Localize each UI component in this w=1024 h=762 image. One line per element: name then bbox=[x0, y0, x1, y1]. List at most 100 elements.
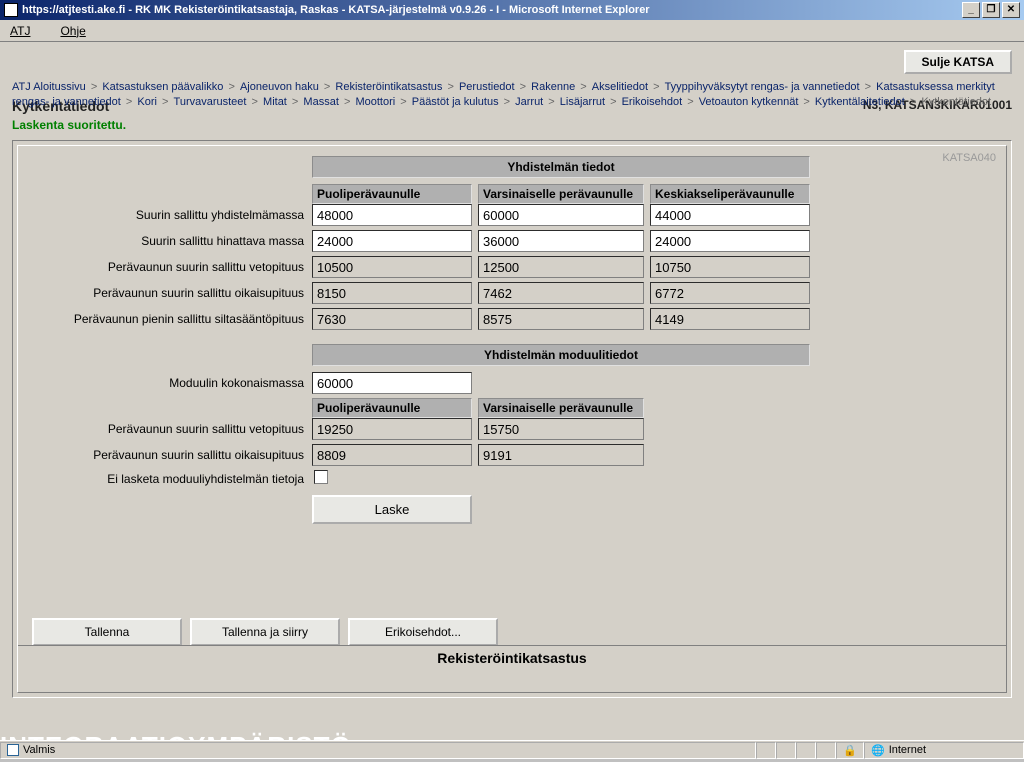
bottom-title: Rekisteröintikatsastus bbox=[18, 645, 1006, 666]
close-window-button[interactable]: ✕ bbox=[1002, 2, 1020, 18]
page-icon bbox=[7, 744, 19, 756]
breadcrumb-link[interactable]: Ajoneuvon haku bbox=[240, 81, 319, 93]
section1-header: Yhdistelmän tiedot bbox=[312, 156, 810, 178]
data-cell[interactable] bbox=[312, 230, 472, 252]
breadcrumb-link[interactable]: Perustiedot bbox=[459, 81, 515, 93]
main-content: Sulje KATSA ATJ Aloitussivu > Katsastuks… bbox=[0, 42, 1024, 740]
row-label: Perävaunun suurin sallittu oikaisupituus bbox=[28, 286, 306, 300]
data-cell[interactable] bbox=[650, 204, 810, 226]
breadcrumb-separator: > bbox=[517, 81, 530, 93]
breadcrumb-separator: > bbox=[444, 81, 457, 93]
breadcrumb-link[interactable]: Massat bbox=[303, 96, 338, 108]
breadcrumb-link[interactable]: Moottori bbox=[355, 96, 395, 108]
col-header-keskiakseli: Keskiakseliperävaunulle bbox=[650, 184, 810, 204]
breadcrumb-separator: > bbox=[800, 96, 813, 108]
laske-button[interactable]: Laske bbox=[312, 495, 472, 524]
data-cell[interactable] bbox=[478, 204, 644, 226]
breadcrumb-link[interactable]: Erikoisehdot bbox=[622, 96, 683, 108]
data-cell bbox=[478, 444, 644, 466]
breadcrumb-link[interactable]: Katsastuksen päävalikko bbox=[102, 81, 223, 93]
checkbox-label: Ei lasketa moduuliyhdistelmän tietoja bbox=[28, 472, 306, 486]
window-titlebar: https://atjtesti.ake.fi - RK MK Rekister… bbox=[0, 0, 1024, 20]
breadcrumb-separator: > bbox=[650, 81, 663, 93]
data-cell bbox=[312, 308, 472, 330]
breadcrumb-link[interactable]: Rakenne bbox=[531, 81, 575, 93]
data-cell[interactable] bbox=[312, 204, 472, 226]
breadcrumb-separator: > bbox=[289, 96, 302, 108]
breadcrumb-separator: > bbox=[862, 81, 875, 93]
breadcrumb-separator: > bbox=[341, 96, 354, 108]
minimize-button[interactable]: _ bbox=[962, 2, 980, 18]
breadcrumb-link[interactable]: ATJ Aloitussivu bbox=[12, 81, 86, 93]
save-move-button[interactable]: Tallenna ja siirry bbox=[190, 618, 340, 646]
restore-button[interactable]: ❐ bbox=[982, 2, 1000, 18]
menubar: ATJ Ohje bbox=[0, 20, 1024, 42]
breadcrumb-separator: > bbox=[577, 81, 590, 93]
col2-header-varsinainen: Varsinaiselle perävaunulle bbox=[478, 398, 644, 418]
data-cell bbox=[478, 308, 644, 330]
module-mass-label: Moduulin kokonaismassa bbox=[28, 376, 306, 390]
row-label: Perävaunun suurin sallittu oikaisupituus bbox=[28, 448, 306, 462]
data-cell bbox=[650, 282, 810, 304]
col-header-puoli: Puoliperävaunulle bbox=[312, 184, 472, 204]
breadcrumb-link[interactable]: Kori bbox=[137, 96, 157, 108]
row-label: Suurin sallittu yhdistelmämassa bbox=[28, 208, 306, 222]
row-label: Perävaunun pienin sallittu siltasääntöpi… bbox=[28, 312, 306, 326]
breadcrumb-link[interactable]: Turvavarusteet bbox=[174, 96, 247, 108]
data-cell bbox=[312, 444, 472, 466]
breadcrumb-separator: > bbox=[123, 96, 136, 108]
breadcrumb-link[interactable]: Rekisteröintikatsastus bbox=[335, 81, 442, 93]
menu-ohje[interactable]: Ohje bbox=[60, 24, 85, 38]
data-cell bbox=[312, 256, 472, 278]
breadcrumb-separator: > bbox=[907, 96, 920, 108]
breadcrumb-link[interactable]: Akselitiedot bbox=[592, 81, 648, 93]
data-cell bbox=[312, 282, 472, 304]
breadcrumb-link[interactable]: Lisäjarrut bbox=[560, 96, 605, 108]
breadcrumb-separator: > bbox=[321, 81, 334, 93]
conditions-button[interactable]: Erikoisehdot... bbox=[348, 618, 498, 646]
panel-code: KATSA040 bbox=[942, 152, 996, 164]
breadcrumb-separator: > bbox=[88, 81, 101, 93]
col2-header-puoli: Puoliperävaunulle bbox=[312, 398, 472, 418]
row-label: Perävaunun suurin sallittu vetopituus bbox=[28, 260, 306, 274]
ie-icon bbox=[4, 3, 18, 17]
window-title: https://atjtesti.ake.fi - RK MK Rekister… bbox=[22, 4, 962, 16]
data-cell bbox=[650, 308, 810, 330]
breadcrumb-link[interactable]: Vetoauton kytkennät bbox=[699, 96, 799, 108]
breadcrumb-current: Kytkentätiedot bbox=[921, 96, 991, 108]
data-cell[interactable] bbox=[650, 230, 810, 252]
breadcrumb-link[interactable]: Tyyppihyväksytyt rengas- ja vannetiedot bbox=[665, 81, 860, 93]
status-zone: Internet bbox=[889, 744, 926, 756]
row-label: Suurin sallittu hinattava massa bbox=[28, 234, 306, 248]
breadcrumb-separator: > bbox=[501, 96, 514, 108]
save-button[interactable]: Tallenna bbox=[32, 618, 182, 646]
breadcrumb-separator: > bbox=[607, 96, 620, 108]
data-cell[interactable] bbox=[478, 230, 644, 252]
breadcrumb-separator: > bbox=[159, 96, 172, 108]
module-mass-input[interactable] bbox=[312, 372, 472, 394]
no-module-calc-checkbox[interactable] bbox=[314, 470, 328, 484]
breadcrumb-separator: > bbox=[397, 96, 410, 108]
lock-icon: 🔒 bbox=[843, 744, 857, 757]
section2-header: Yhdistelmän moduulitiedot bbox=[312, 344, 810, 366]
breadcrumb-separator: > bbox=[248, 96, 261, 108]
breadcrumb-link[interactable]: Jarrut bbox=[515, 96, 543, 108]
breadcrumb-link[interactable]: Päästöt ja kulutus bbox=[412, 96, 499, 108]
data-cell bbox=[650, 256, 810, 278]
breadcrumb-separator: > bbox=[684, 96, 697, 108]
breadcrumb-link[interactable]: Kytkentälaitetiedot bbox=[815, 96, 905, 108]
breadcrumb-separator: > bbox=[225, 81, 238, 93]
col-header-varsinainen: Varsinaiselle perävaunulle bbox=[478, 184, 644, 204]
status-message: Laskenta suoritettu. bbox=[12, 118, 1012, 132]
data-cell bbox=[312, 418, 472, 440]
close-katsa-button[interactable]: Sulje KATSA bbox=[904, 50, 1012, 74]
status-ready: Valmis bbox=[23, 744, 55, 756]
menu-atj[interactable]: ATJ bbox=[10, 24, 30, 38]
data-cell bbox=[478, 256, 644, 278]
globe-icon: 🌐 bbox=[871, 744, 885, 757]
form-panel: KATSA040 Yhdistelmän tiedot Puoliperävau… bbox=[12, 140, 1012, 698]
data-cell bbox=[478, 282, 644, 304]
breadcrumb-separator: > bbox=[545, 96, 558, 108]
data-cell bbox=[478, 418, 644, 440]
breadcrumb-link[interactable]: Mitat bbox=[263, 96, 287, 108]
